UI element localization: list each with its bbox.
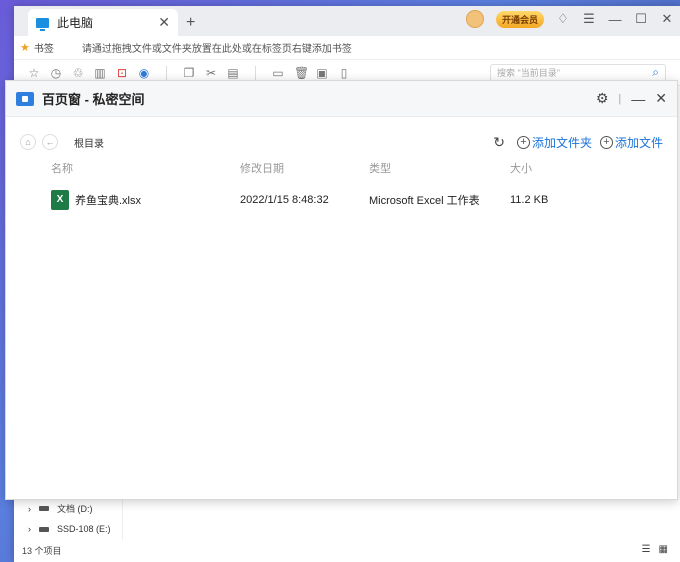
- add-file-button[interactable]: + 添加文件: [599, 134, 663, 151]
- drive-icon: [39, 506, 49, 511]
- tree-item-drive-e[interactable]: › SSD-108 (E:): [28, 524, 111, 534]
- excel-icon: X: [51, 190, 69, 210]
- plus-icon: +: [599, 135, 613, 149]
- home-icon[interactable]: ⌂: [20, 134, 36, 150]
- cut-icon[interactable]: ✂: [205, 66, 217, 80]
- tab-this-pc[interactable]: 此电脑 ✕: [28, 9, 178, 36]
- sidebar-divider: [122, 500, 123, 540]
- column-modified[interactable]: 修改日期: [240, 160, 369, 176]
- add-file-label: 添加文件: [614, 135, 663, 150]
- file-name-cell: X 养鱼宝典.xlsx: [51, 190, 240, 210]
- close-icon[interactable]: ✕: [655, 90, 667, 107]
- refresh-icon[interactable]: ↻: [493, 134, 505, 151]
- plus-icon: +: [516, 135, 530, 149]
- menu-icon[interactable]: ☰: [582, 11, 596, 27]
- nav-row: ⌂ ← 根目录 ↻ + 添加文件夹 + 添加文件: [6, 127, 677, 157]
- settings-icon[interactable]: ⚙: [596, 90, 609, 107]
- column-name[interactable]: 名称: [51, 160, 240, 176]
- file-type: Microsoft Excel 工作表: [369, 195, 480, 207]
- toolbar-divider: [255, 65, 256, 80]
- file-size: 11.2 KB: [510, 194, 549, 206]
- window-controls: 开通会员 ♢ ☰ — ☐ ✕: [465, 10, 674, 28]
- star-icon: ★: [20, 42, 30, 54]
- chevron-right-icon: ›: [28, 503, 31, 514]
- column-size[interactable]: 大小: [510, 160, 610, 176]
- copy-icon[interactable]: ❐: [183, 66, 195, 80]
- toolbar-divider: [166, 65, 167, 80]
- properties-icon[interactable]: ▯: [338, 66, 350, 80]
- back-icon[interactable]: ←: [42, 134, 58, 150]
- search-icon[interactable]: ⌕: [652, 65, 659, 80]
- maximize-icon[interactable]: ☐: [634, 11, 648, 27]
- skin-icon[interactable]: ♢: [556, 11, 570, 27]
- drive-label: SSD-108 (E:): [57, 524, 111, 534]
- delete-icon[interactable]: 🗑: [294, 66, 309, 80]
- bookmark-hint: 请通过拖拽文件或文件夹放置在此处或在标签页右键添加书签: [81, 44, 352, 55]
- private-space-dialog: 百页窗 - 私密空间 ⚙ | — ✕ ⌂ ← 根目录 ↻ + 添加文件夹 + 添…: [5, 80, 678, 500]
- add-folder-label: 添加文件夹: [531, 135, 592, 150]
- unlock-icon[interactable]: ⊡: [116, 66, 128, 80]
- lock-folder-icon: [16, 91, 34, 106]
- add-folder-button[interactable]: + 添加文件夹: [516, 134, 592, 151]
- tiles-view-icon[interactable]: ▦: [659, 544, 668, 555]
- rename-icon[interactable]: ▣: [316, 66, 328, 80]
- bookmark-bar: ★ 书签 请通过拖拽文件或文件夹放置在此处或在标签页右键添加书签: [14, 36, 680, 60]
- drive-label: 文档 (D:): [57, 504, 93, 514]
- tab-bar: 此电脑 ✕ + 开通会员 ♢ ☰ — ☐ ✕: [14, 6, 680, 36]
- file-modified: 2022/1/15 8:48:32: [240, 194, 329, 206]
- file-row[interactable]: X 养鱼宝典.xlsx 2022/1/15 8:48:32 Microsoft …: [6, 183, 677, 217]
- search-placeholder: 搜索 "当前目录": [497, 68, 560, 78]
- dialog-header: 百页窗 - 私密空间 ⚙ | — ✕: [6, 81, 677, 117]
- split-view-icon[interactable]: ▥: [94, 66, 106, 80]
- tab-close-icon[interactable]: ✕: [158, 14, 170, 31]
- new-folder-icon[interactable]: ▭: [272, 66, 284, 80]
- details-view-icon[interactable]: ☰: [642, 544, 651, 555]
- breadcrumb[interactable]: 根目录: [74, 135, 493, 150]
- sync-icon[interactable]: ♲: [72, 66, 84, 80]
- paste-icon[interactable]: ▤: [227, 66, 239, 80]
- column-type[interactable]: 类型: [369, 160, 510, 176]
- avatar[interactable]: [465, 10, 484, 28]
- tab-title: 此电脑: [57, 16, 94, 30]
- divider: |: [618, 92, 622, 105]
- history-icon[interactable]: ◷: [50, 66, 62, 80]
- search-input[interactable]: 搜索 "当前目录" ⌕: [490, 63, 666, 82]
- new-tab-button[interactable]: +: [186, 14, 195, 32]
- minimize-icon[interactable]: —: [631, 91, 645, 107]
- tree-item-drive-d[interactable]: › 文档 (D:): [28, 502, 93, 515]
- dialog-controls: ⚙ | — ✕: [596, 90, 667, 107]
- status-bar: 13 个项目: [22, 546, 62, 556]
- vip-button[interactable]: 开通会员: [495, 10, 544, 28]
- file-name: 养鱼宝典.xlsx: [75, 195, 141, 207]
- minimize-icon[interactable]: —: [608, 12, 622, 27]
- column-headers: 名称 修改日期 类型 大小: [6, 157, 677, 179]
- monitor-icon: [36, 17, 49, 31]
- close-icon[interactable]: ✕: [660, 11, 674, 27]
- favorite-icon[interactable]: ☆: [28, 66, 40, 80]
- eye-icon[interactable]: ◉: [138, 66, 150, 80]
- drive-icon: [39, 526, 49, 532]
- view-switcher: ☰ ▦: [642, 544, 668, 555]
- dialog-title: 百页窗 - 私密空间: [42, 92, 145, 107]
- actions: ↻ + 添加文件夹 + 添加文件: [493, 134, 663, 151]
- chevron-right-icon: ›: [28, 524, 31, 534]
- bookmark-title[interactable]: 书签: [34, 40, 54, 55]
